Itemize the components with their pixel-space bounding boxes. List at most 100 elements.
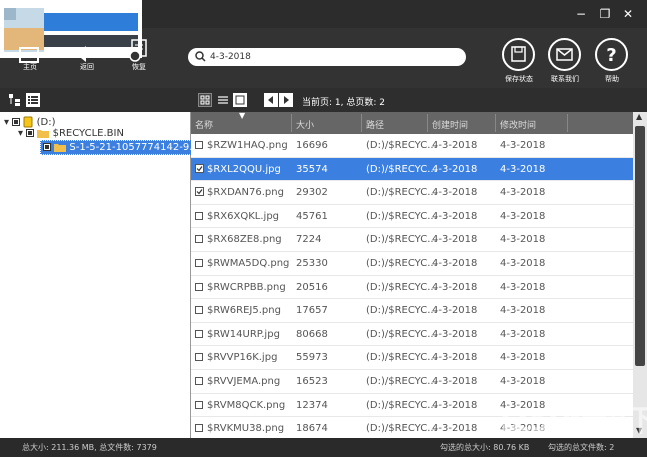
cell-created: 4-3-2018 [432, 187, 478, 199]
search-icon [195, 51, 206, 62]
table-row[interactable]: $RZW1HAQ.png 16696 (D:)/$RECYC... 4-3-2018 4… [191, 134, 633, 158]
recover-button-label[interactable]: 恢复 [122, 62, 156, 72]
cell-name: $RX6XQKL.jpg [207, 210, 280, 222]
cell-path: (D:)/$RECYC... [366, 305, 437, 317]
contact-icon[interactable] [548, 38, 581, 71]
tree-item-drive[interactable]: ▾ (D:) [4, 116, 55, 128]
checkbox-icon[interactable] [195, 235, 203, 244]
scroll-up-icon[interactable]: ▲ [636, 112, 642, 121]
table-row[interactable]: $RW14URP.jpg 80668 (D:)/$RECYC... 4-3-2018 4… [191, 323, 633, 347]
svg-text:?: ? [606, 45, 616, 66]
search-box[interactable] [188, 48, 466, 66]
next-page-icon[interactable] [279, 93, 293, 107]
cell-modified: 4-3-2018 [500, 234, 546, 246]
contact-label[interactable]: 联系我们 [543, 74, 587, 84]
prev-page-icon[interactable] [264, 93, 278, 107]
table-row[interactable]: $RW6REJ5.png 17657 (D:)/$RECYC... 4-3-2018 4… [191, 299, 633, 323]
save-state-label[interactable]: 保存状态 [497, 74, 541, 84]
details-view-icon[interactable] [216, 93, 230, 107]
table-row[interactable]: $RVVJEMA.png 16523 (D:)/$RECYC... 4-3-2018 4… [191, 370, 633, 394]
expand-icon[interactable]: ▾ [4, 117, 9, 128]
checkbox-checked-icon[interactable] [195, 187, 204, 197]
table-row[interactable]: $RX68ZE8.png 7224 (D:)/$RECYC... 4-3-2018 4-… [191, 228, 633, 252]
column-header-size[interactable]: 大小 [296, 118, 314, 131]
tree-checkbox[interactable] [12, 118, 21, 126]
checkbox-icon[interactable] [195, 306, 203, 315]
list-view-icon[interactable] [26, 93, 40, 107]
home-button-label[interactable]: 主页 [13, 62, 47, 72]
checkbox-icon[interactable] [195, 353, 203, 362]
checkbox-icon[interactable] [195, 282, 203, 291]
table-row[interactable]: $RX6XQKL.jpg 45761 (D:)/$RECYC... 4-3-2018 4… [191, 205, 633, 229]
table-row[interactable]: $RXL2QQU.jpg 35574 (D:)/$RECYC... 4-3-2018 4… [191, 157, 633, 182]
tree-item-recycle-bin[interactable]: ▾ $RECYCLE.BIN [18, 128, 124, 139]
tree-item-sid-folder[interactable]: S-1-5-21-1057774142-9... [40, 140, 204, 155]
table-row[interactable]: $RXDAN76.png 29302 (D:)/$RECYC... 4-3-2018 4… [191, 181, 633, 205]
checkbox-icon[interactable] [195, 141, 203, 149]
cell-name: $RVKMU38.png [207, 423, 285, 435]
watermark: JZ5U绿色下载 [500, 404, 647, 439]
checkbox-icon[interactable] [195, 377, 203, 385]
expand-icon[interactable]: ▾ [18, 128, 23, 139]
column-header-name[interactable]: 名称 [195, 118, 213, 131]
status-bar: 总大小: 211.36 MB, 总文件数: 7379 勾选的总大小: 80.76… [0, 438, 647, 457]
close-button[interactable]: ✕ [620, 6, 636, 22]
restore-button[interactable]: ❐ [597, 6, 613, 22]
column-header-modified[interactable]: 修改时间 [500, 118, 536, 131]
cell-created: 4-3-2018 [432, 305, 478, 317]
cell-created: 4-3-2018 [432, 423, 478, 435]
cell-path: (D:)/$RECYC... [366, 399, 437, 411]
checkbox-icon[interactable] [195, 329, 203, 338]
table-row[interactable]: $RWMA5DQ.png 25330 (D:)/$RECYC... 4-3-2018 4… [191, 252, 633, 276]
tree-item-label: (D:) [36, 117, 56, 128]
app-window: − ❐ ✕ 主页 返回 恢复 保存状态 联系我们 ? 帮助 [0, 0, 647, 457]
cell-modified: 4-3-2018 [500, 352, 546, 364]
cell-created: 4-3-2018 [432, 281, 478, 293]
column-header-path[interactable]: 路径 [366, 118, 384, 131]
vertical-scrollbar[interactable]: ▲ ▼ [633, 112, 647, 438]
column-header-created[interactable]: 创建时间 [432, 118, 468, 131]
tree-checkbox[interactable] [26, 129, 35, 137]
cell-path: (D:)/$RECYC... [366, 187, 437, 199]
cell-path: (D:)/$RECYC... [366, 163, 437, 175]
cell-created: 4-3-2018 [432, 376, 478, 387]
file-table: 名称 ▼ 大小 路径 创建时间 修改时间 $RZW1HAQ.png 16696 (D… [191, 112, 633, 438]
cell-name: $RZW1HAQ.png [207, 140, 288, 151]
thumbnail-view-icon[interactable] [233, 93, 247, 107]
cell-size: 18674 [296, 423, 328, 435]
recover-icon[interactable] [126, 38, 152, 62]
cell-modified: 4-3-2018 [500, 328, 546, 340]
folder-icon [37, 130, 50, 138]
large-icons-view-icon[interactable] [198, 93, 212, 107]
cell-modified: 4-3-2018 [500, 163, 546, 175]
back-button-label[interactable]: 返回 [70, 62, 104, 72]
cell-created: 4-3-2018 [432, 234, 478, 246]
cell-size: 29302 [296, 187, 328, 199]
cell-name: $RVVJEMA.png [207, 376, 281, 387]
cell-size: 20516 [296, 281, 328, 293]
save-state-icon[interactable] [502, 38, 535, 71]
checkbox-icon[interactable] [195, 424, 203, 433]
checkbox-icon[interactable] [195, 211, 203, 220]
checkbox-icon[interactable] [195, 400, 203, 409]
cell-modified: 4-3-2018 [500, 376, 546, 387]
cell-size: 45761 [296, 210, 328, 222]
checkbox-icon[interactable] [195, 259, 203, 267]
sort-arrow-icon: ▼ [239, 112, 246, 120]
checkbox-checked-icon[interactable] [195, 163, 204, 173]
cell-path: (D:)/$RECYC... [366, 234, 437, 246]
cell-path: (D:)/$RECYC... [366, 140, 437, 151]
cell-size: 12374 [296, 399, 328, 411]
table-row[interactable]: $RVVP16K.jpg 55973 (D:)/$RECYC... 4-3-2018 4… [191, 346, 633, 370]
help-label[interactable]: 帮助 [590, 74, 634, 84]
minimize-button[interactable]: − [573, 6, 589, 22]
table-row[interactable]: $RWCRPBB.png 20516 (D:)/$RECYC... 4-3-2018 4… [191, 276, 633, 300]
help-icon[interactable]: ? [595, 38, 628, 71]
tree-view-icon[interactable] [8, 93, 22, 107]
tree-checkbox[interactable] [43, 143, 51, 151]
cell-modified: 4-3-2018 [500, 305, 546, 317]
search-input[interactable] [210, 49, 458, 65]
cell-path: (D:)/$RECYC... [366, 376, 437, 387]
cell-size: 16696 [296, 140, 328, 151]
scrollbar-thumb[interactable] [635, 126, 645, 366]
